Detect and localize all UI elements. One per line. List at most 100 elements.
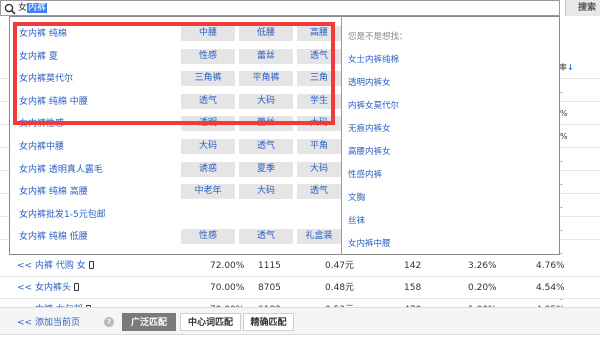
table-cell: 0.47元 (325, 261, 355, 271)
partial-cell: . (560, 201, 563, 210)
suggestion-row[interactable]: 女内裤性感 透明 蕾丝 大码 (10, 113, 341, 135)
suggest-item[interactable]: 内裤女莫代尔 (348, 99, 399, 111)
suggestion-tag[interactable]: 学生 (297, 93, 341, 109)
search-button[interactable]: 搜索 (565, 0, 600, 16)
search-input[interactable]: 女内裤 (18, 2, 48, 15)
suggestion-tag[interactable]: 大码 (239, 184, 293, 200)
keyword-text: 内裤 代购 女 (34, 261, 86, 271)
suggest-item[interactable]: 文胸 (348, 191, 365, 203)
suggestion-tag[interactable]: 透气 (239, 139, 293, 154)
suggestion-keyword[interactable]: 女内裤 夏 (19, 46, 58, 68)
suggestion-tag[interactable]: 蕾丝 (239, 116, 293, 132)
suggest-item[interactable]: 女内裤中腰 (348, 237, 391, 249)
suggest-item[interactable]: 高腰内裤女 (348, 145, 391, 157)
match-tab[interactable]: 中心词匹配 (180, 313, 241, 331)
suggestion-tag[interactable]: 性感 (181, 48, 235, 64)
search-bar[interactable]: 女内裤 (0, 0, 560, 16)
table-cell: 1115 (258, 261, 281, 271)
suggest-item[interactable]: 女士内裤纯棉 (348, 53, 399, 65)
table-row: << 内裤 代购 女 72.00% 1115 0.47元 142 3.26% 4.76% (0, 255, 600, 277)
suggestion-row[interactable]: 女内裤 纯棉 高腰 中老年 大码 透气 (10, 181, 341, 203)
suggestion-tag[interactable]: 大码 (181, 139, 235, 154)
suggestion-keyword[interactable]: 女内裤 纯棉 低腰 (19, 226, 88, 248)
suggestion-tag[interactable]: 中老年 (181, 184, 235, 200)
match-tab[interactable]: 精确匹配 (243, 313, 294, 331)
suggestion-tag[interactable]: 透气 (297, 48, 341, 64)
suggestion-row[interactable]: 女内裤中腰 大码 透气 平角 (10, 136, 341, 158)
table-cell: 3.26% (468, 261, 497, 271)
table-cell: 4.54% (536, 283, 565, 293)
suggest-item[interactable]: 丝袜 (348, 214, 365, 226)
table-cell: 158 (404, 283, 422, 293)
table-cell: 0.48元 (325, 283, 355, 293)
suggestion-tag[interactable]: 低腰 (239, 26, 293, 41)
suggestion-row[interactable]: 女内裤 纯棉 中腰 低腰 高腰 (10, 23, 341, 45)
partial-cell: . (560, 224, 563, 233)
suggestion-keyword[interactable]: 女内裤批发1-5元包邮 (19, 204, 106, 226)
suggestion-keyword[interactable]: 女内裤中腰 (19, 136, 64, 158)
suggestion-tag[interactable]: 性感 (181, 229, 235, 245)
suggestion-row[interactable]: 女内裤 透明真人露毛 诱惑 夏季 大码 (10, 159, 341, 181)
suggest-item[interactable]: 无痕内裤女 (348, 122, 391, 134)
suggestion-row[interactable]: 女内裤 纯棉 低腰 性感 透气 礼盒装 (10, 226, 341, 248)
suggestion-tag[interactable]: 礼盒装 (297, 229, 341, 245)
table-cell: 4.76% (536, 261, 565, 271)
dropdown-divider (341, 16, 342, 255)
suggest-item[interactable]: 性感内裤 (348, 168, 382, 180)
suggestion-tag[interactable]: 中腰 (181, 26, 235, 41)
suggest-item[interactable]: 透明内裤女 (348, 76, 391, 88)
suggestion-tag[interactable]: 三角裤 (181, 71, 235, 87)
suggestion-tag[interactable]: 大码 (297, 116, 341, 132)
search-icon (4, 3, 16, 15)
partial-cell: . (560, 178, 563, 187)
sort-down-icon: ↓ (567, 63, 574, 72)
table-cell: 142 (404, 261, 422, 271)
suggestion-tag[interactable]: 透气 (239, 229, 293, 245)
row-prefix: << (17, 283, 35, 293)
suggestion-tag[interactable]: 透明 (181, 116, 235, 132)
suggestion-tag[interactable]: 透气 (297, 184, 341, 200)
suggestion-tag[interactable]: 透气 (181, 93, 235, 109)
search-text-prefix: 女 (18, 3, 28, 13)
suggestion-tag[interactable]: 三角 (297, 71, 341, 87)
row-prefix: << (17, 261, 35, 271)
table-cell: 8705 (258, 283, 281, 293)
search-text-selection: 内裤 (27, 3, 48, 13)
suggest-title: 您是不是想找： (348, 32, 408, 42)
suggestion-row[interactable]: 女内裤莫代尔 三角裤 平角裤 三角 (10, 68, 341, 90)
suggestion-tag[interactable]: 平角裤 (239, 71, 293, 87)
suggestion-keyword[interactable]: 女内裤 纯棉 高腰 (19, 181, 88, 203)
suggestion-tag[interactable]: 高腰 (297, 26, 341, 41)
partial-cell: % (560, 132, 568, 141)
mobile-icon (73, 283, 79, 291)
table-cell: 70.00% (210, 283, 245, 293)
table-cell: 0.20% (468, 283, 497, 293)
match-tab[interactable]: 广泛匹配 (122, 313, 176, 331)
add-current-page-link[interactable]: << 添加当前页 (17, 315, 80, 328)
suggestion-keyword[interactable]: 女内裤莫代尔 (19, 68, 73, 90)
suggestion-keyword[interactable]: 女内裤 纯棉 中腰 (19, 91, 88, 113)
partial-cell: % (560, 109, 568, 118)
table-row: << 女内裤头 70.00% 8705 0.48元 158 0.20% 4.54% (0, 277, 600, 299)
suggestion-tag[interactable]: 大码 (239, 93, 293, 109)
keyword-text: 女内裤头 (34, 283, 71, 293)
table-cell: 72.00% (210, 261, 245, 271)
suggestion-keyword[interactable]: 女内裤性感 (19, 113, 64, 135)
suggestion-row[interactable]: 女内裤 夏 性感 蕾丝 透气 (10, 46, 341, 68)
row-keyword-link[interactable]: << 内裤 代购 女 (17, 255, 94, 277)
suggestion-tag[interactable]: 平角 (297, 139, 341, 154)
suggestion-keyword[interactable]: 女内裤 透明真人露毛 (19, 159, 103, 181)
mobile-icon (88, 261, 94, 269)
suggestion-row[interactable]: 女内裤批发1-5元包邮 (10, 204, 340, 226)
suggestion-keyword[interactable]: 女内裤 纯棉 (19, 23, 67, 45)
row-keyword-link[interactable]: << 女内裤头 (17, 277, 79, 299)
suggestion-tag[interactable]: 夏季 (239, 161, 293, 177)
partial-cell: . (560, 86, 563, 95)
partial-cell: . (560, 155, 563, 164)
footer-bar: << 添加当前页 ? 广泛匹配 中心词匹配 精确匹配 (0, 307, 600, 335)
suggestion-tag[interactable]: 蕾丝 (239, 48, 293, 64)
suggestion-tag[interactable]: 诱惑 (181, 161, 235, 177)
suggestion-tag[interactable]: 大码 (297, 161, 341, 177)
help-icon[interactable]: ? (104, 317, 114, 327)
suggestion-row[interactable]: 女内裤 纯棉 中腰 透气 大码 学生 (10, 91, 341, 113)
